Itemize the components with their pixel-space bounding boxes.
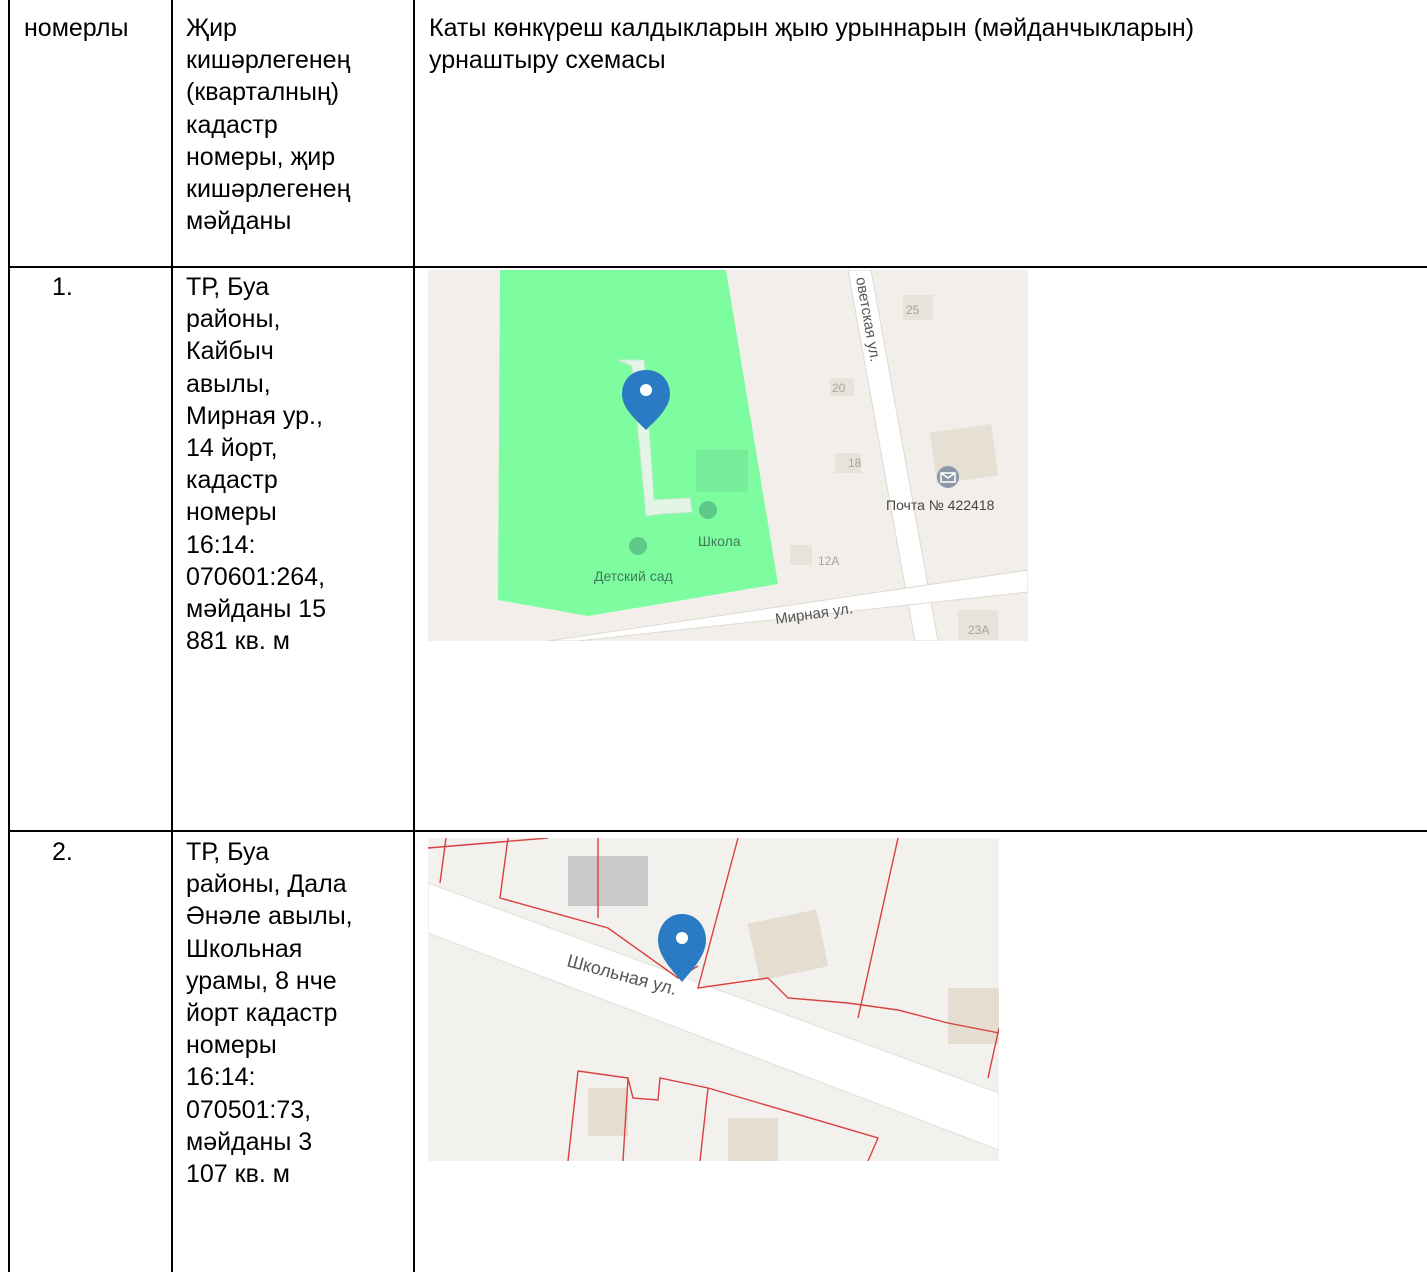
row-1-number: 1. xyxy=(52,273,73,301)
table-border-col2 xyxy=(413,0,415,1272)
kindergarten-icon xyxy=(629,537,647,555)
map1-poi-kindergarten: Детский сад xyxy=(594,568,673,584)
header-number: номерлы xyxy=(24,14,129,42)
map1-house-25: 25 xyxy=(906,303,920,317)
map1-house-20: 20 xyxy=(832,381,846,395)
header-cadastral: Җир кишәрлегенең (кварталның) кадастр но… xyxy=(186,14,351,236)
table-border-header xyxy=(8,266,1427,268)
map1-house-23a: 23А xyxy=(968,623,989,637)
map-kaibych: оветская ул. Мирная ул. 25 20 18 12А 23А… xyxy=(428,270,1028,641)
map1-poi-post: Почта № 422418 xyxy=(886,497,995,513)
table-border-col1 xyxy=(171,0,173,1272)
map-dala-anele: Школьная ул. xyxy=(428,838,999,1161)
map1-house-18: 18 xyxy=(848,456,862,470)
school-icon xyxy=(699,501,717,519)
map1-poi-school: Школа xyxy=(698,533,741,549)
document-page: номерлы Җир кишәрлегенең (кварталның) ка… xyxy=(0,0,1427,1272)
row-2-number: 2. xyxy=(52,838,73,866)
row-2-location: ТР, Буа районы, Дала Әнәле авылы, Школьн… xyxy=(186,838,353,1189)
row-1-location: ТР, Буа районы, Кайбыч авылы, Мирная ур.… xyxy=(186,273,327,656)
map1-house-12a: 12А xyxy=(818,554,839,568)
header-scheme: Каты көнкүреш калдыкларын җыю урыннарын … xyxy=(429,14,1195,75)
table-border-row1 xyxy=(8,830,1427,832)
table-border-left xyxy=(8,0,10,1272)
